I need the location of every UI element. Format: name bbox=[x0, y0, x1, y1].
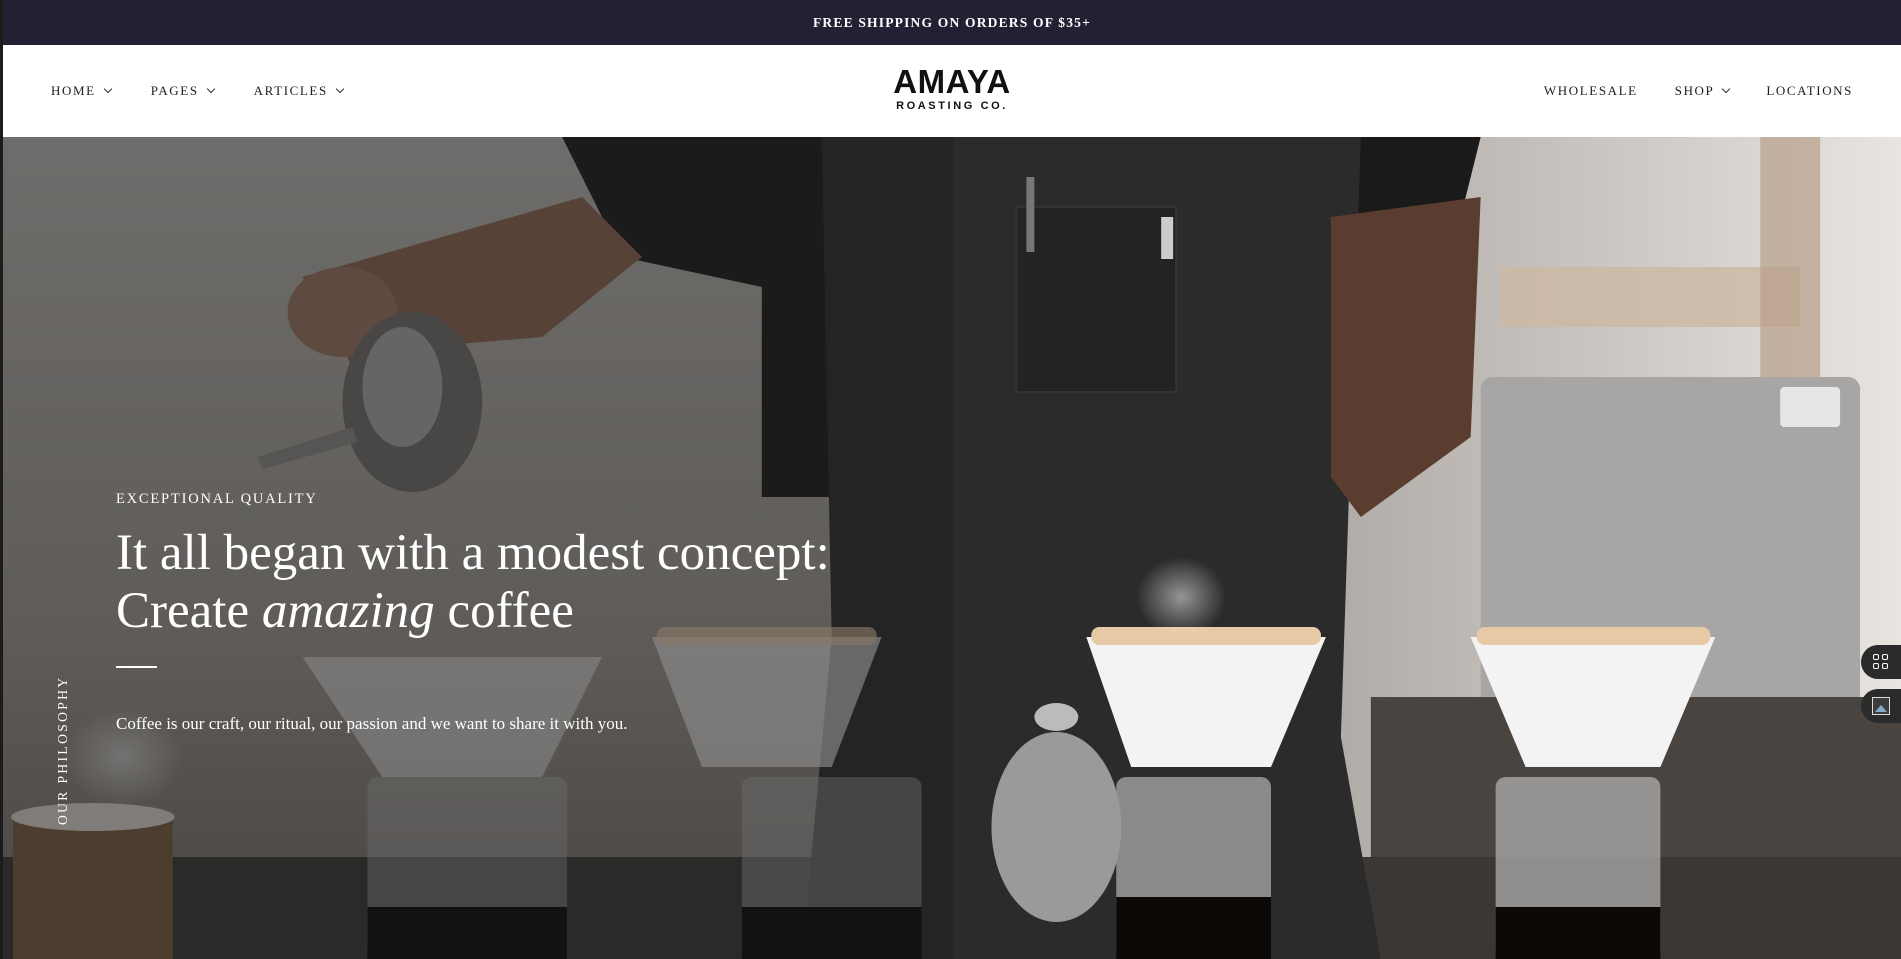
primary-nav-right: WHOLESALE SHOP LOCATIONS bbox=[1544, 45, 1853, 137]
site-logo[interactable]: AMAYA ROASTING CO. bbox=[893, 65, 1010, 112]
site-header: HOME PAGES ARTICLES AMAYA ROASTING CO. W… bbox=[3, 45, 1901, 137]
headline-text-end: coffee bbox=[434, 583, 574, 639]
hero-subtext: Coffee is our craft, our ritual, our pas… bbox=[116, 714, 628, 733]
primary-nav-left: HOME PAGES ARTICLES bbox=[51, 45, 345, 137]
chevron-down-icon bbox=[335, 84, 345, 94]
nav-pages[interactable]: PAGES bbox=[150, 83, 215, 99]
hero-content: EXCEPTIONAL QUALITY It all began with a … bbox=[116, 491, 876, 734]
logo-tagline: ROASTING CO. bbox=[896, 100, 1008, 112]
nav-home[interactable]: HOME bbox=[51, 83, 112, 99]
hero-headline: It all began with a modest concept: Crea… bbox=[116, 524, 876, 640]
logo-wordmark: AMAYA bbox=[893, 65, 1010, 98]
nav-locations[interactable]: LOCATIONS bbox=[1766, 83, 1853, 99]
image-icon bbox=[1872, 697, 1890, 715]
nav-shop[interactable]: SHOP bbox=[1674, 83, 1731, 99]
announcement-text: FREE SHIPPING ON ORDERS OF $35+ bbox=[812, 14, 1092, 30]
side-label: OUR PHILOSOPHY bbox=[55, 675, 70, 826]
announcement-bar: FREE SHIPPING ON ORDERS OF $35+ bbox=[3, 0, 1901, 45]
chevron-down-icon bbox=[1722, 84, 1731, 94]
logo-name: AMAYA bbox=[893, 63, 1011, 100]
floating-grid-button[interactable] bbox=[1861, 645, 1901, 679]
nav-locations-label: LOCATIONS bbox=[1766, 83, 1853, 98]
nav-articles-label: ARTICLES bbox=[253, 83, 328, 98]
headline-emphasis: amazing bbox=[261, 583, 435, 639]
nav-pages-label: PAGES bbox=[150, 83, 199, 98]
nav-wholesale-label: WHOLESALE bbox=[1543, 83, 1638, 98]
grid-icon bbox=[1873, 654, 1889, 670]
hero-eyebrow: EXCEPTIONAL QUALITY bbox=[116, 491, 318, 507]
chevron-down-icon bbox=[206, 84, 215, 94]
nav-shop-label: SHOP bbox=[1674, 83, 1715, 98]
floating-image-button[interactable] bbox=[1861, 689, 1901, 723]
nav-wholesale[interactable]: WHOLESALE bbox=[1544, 83, 1638, 99]
page: FREE SHIPPING ON ORDERS OF $35+ HOME PAG… bbox=[0, 0, 1901, 959]
nav-home-label: HOME bbox=[51, 83, 96, 98]
chevron-down-icon bbox=[103, 84, 112, 94]
nav-articles[interactable]: ARTICLES bbox=[253, 83, 345, 99]
hero-section: OUR PHILOSOPHY EXCEPTIONAL QUALITY It al… bbox=[3, 137, 1901, 959]
headline-divider bbox=[116, 666, 157, 668]
